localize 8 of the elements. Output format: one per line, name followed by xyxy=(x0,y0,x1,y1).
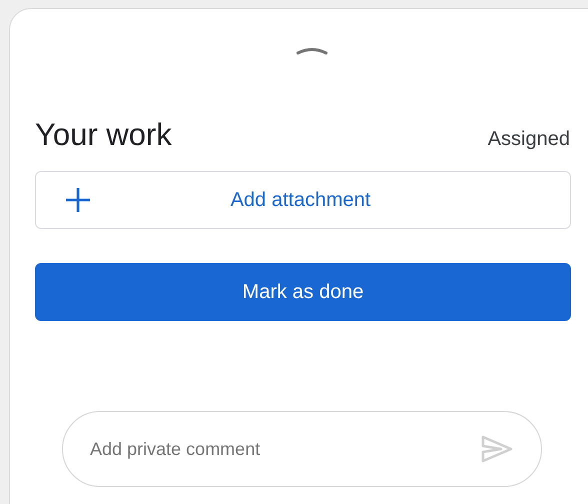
plus-icon xyxy=(65,187,91,213)
mark-as-done-button[interactable]: Mark as done xyxy=(35,263,571,321)
add-attachment-button[interactable]: Add attachment xyxy=(35,171,571,229)
status-label: Assigned xyxy=(488,127,570,151)
comment-field[interactable]: Add private comment xyxy=(62,411,542,487)
chevron-up-icon[interactable] xyxy=(296,45,328,55)
comment-input[interactable]: Add private comment xyxy=(88,438,481,460)
section-title: Your work xyxy=(35,117,172,153)
